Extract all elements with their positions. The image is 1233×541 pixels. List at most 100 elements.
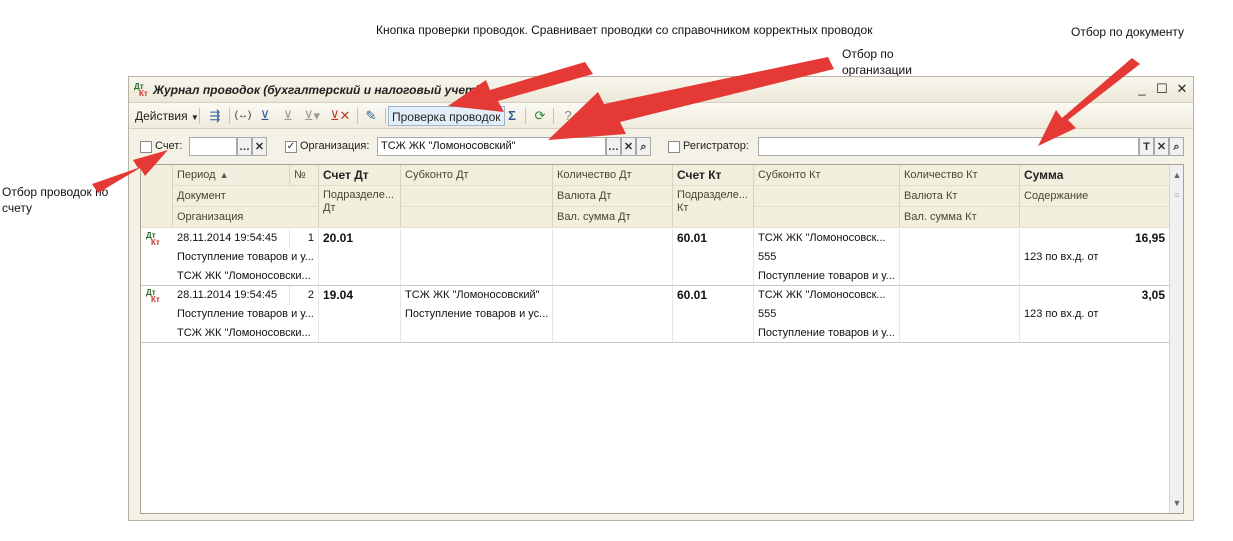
close-icon[interactable]: ✕ xyxy=(1175,82,1189,96)
export-icon[interactable]: ⇶ xyxy=(205,106,225,126)
col-subconto-kt[interactable]: Субконто Кт xyxy=(754,165,900,186)
col-period[interactable]: Период ▲ xyxy=(173,165,290,186)
cell-acct-dt: 20.01 xyxy=(319,229,401,248)
registrar-filter-input[interactable] xyxy=(758,137,1139,156)
actions-label: Действия xyxy=(135,109,188,123)
cell-subconto-kt-2: 555 xyxy=(754,305,900,324)
clear-icon[interactable]: ✕ xyxy=(621,137,636,156)
col-curr-kt[interactable]: Валюта Кт xyxy=(900,186,1020,207)
sort-icon: ▲ xyxy=(219,170,229,180)
cell-curr-sum-dt xyxy=(553,324,673,343)
org-filter-input[interactable]: ТСЖ ЖК "Ломоносовский" xyxy=(377,137,606,156)
cell-sum: 16,95 xyxy=(1020,229,1170,248)
col-division-kt[interactable]: Подразделе... Кт xyxy=(673,186,754,228)
col-organization[interactable]: Организация xyxy=(173,207,319,228)
col-content[interactable]: Содержание xyxy=(1020,186,1170,207)
clear-filter-icon[interactable]: ⊻✕ xyxy=(330,106,350,126)
entries-table: Период ▲ № Счет Дт Субконто Дт Количество… xyxy=(140,164,1184,514)
check-entries-button[interactable]: Проверка проводок xyxy=(388,106,505,126)
title-bar: Дт Кт Журнал проводок (бухгалтерский и на… xyxy=(129,77,1193,103)
registrar-filter-checkbox[interactable] xyxy=(668,141,680,153)
row-divider xyxy=(141,342,1171,343)
cell-subconto-kt: ТСЖ ЖК "Ломоносовск... xyxy=(754,229,900,248)
toolbar-separator xyxy=(199,108,200,124)
filter-bar: Счет: … ✕ ✓ Организация: ТСЖ ЖК "Ломонос… xyxy=(129,129,1193,163)
dt-kt-icon: Дт Кт xyxy=(146,288,160,304)
scroll-up-icon[interactable]: ▲ xyxy=(1170,167,1183,183)
vertical-scrollbar[interactable]: ▲ ≡ ▼ xyxy=(1169,165,1183,513)
cell-subconto-dt-3 xyxy=(401,324,553,343)
scroll-down-icon[interactable]: ▼ xyxy=(1170,495,1183,511)
col-subconto-kt-3[interactable] xyxy=(754,207,900,228)
cell-subconto-dt: ТСЖ ЖК "Ломоносовский" xyxy=(401,286,553,305)
cell-document: Поступление товаров и у... xyxy=(173,305,319,324)
window-title: Журнал проводок (бухгалтерский и налогов… xyxy=(153,83,480,97)
toolbar-separator xyxy=(229,108,230,124)
cell-subconto-kt-2: 555 xyxy=(754,248,900,267)
edit-icon[interactable]: ✎ xyxy=(361,106,381,126)
filter-history-icon[interactable]: ⊻▾ xyxy=(302,106,322,126)
col-content-3[interactable] xyxy=(1020,207,1170,228)
cell-organization: ТСЖ ЖК "Ломоносовски... xyxy=(173,267,319,286)
open-icon[interactable]: ⌕ xyxy=(1169,137,1184,156)
cell-division-kt xyxy=(673,248,754,267)
clear-icon[interactable]: ✕ xyxy=(252,137,267,156)
refresh-icon[interactable]: ⟳ xyxy=(530,106,550,126)
open-icon[interactable]: ⌕ xyxy=(636,137,651,156)
col-num[interactable]: № xyxy=(290,165,319,186)
filter-by-value-icon[interactable]: ⊻ xyxy=(278,106,298,126)
cell-content: 123 по вх.д. от xyxy=(1020,248,1170,267)
col-acct-dt[interactable]: Счет Дт xyxy=(319,165,401,186)
filter-icon[interactable]: ⊻ xyxy=(255,106,275,126)
dt-kt-icon: Дт Кт xyxy=(134,82,148,98)
account-filter-checkbox[interactable] xyxy=(140,141,152,153)
col-curr-dt[interactable]: Валюта Дт xyxy=(553,186,673,207)
cell-qty-kt xyxy=(900,286,1020,305)
type-icon[interactable]: T xyxy=(1139,137,1154,156)
cell-empty xyxy=(1020,267,1170,286)
minimize-icon[interactable]: _ xyxy=(1135,82,1149,96)
toolbar-separator xyxy=(385,108,386,124)
cell-num: 1 xyxy=(290,229,319,248)
cell-curr-kt xyxy=(900,305,1020,324)
cell-subconto-dt-3 xyxy=(401,267,553,286)
col-qty-dt[interactable]: Количество Дт xyxy=(553,165,673,186)
maximize-icon[interactable]: ☐ xyxy=(1155,82,1169,96)
clear-icon[interactable]: ✕ xyxy=(1154,137,1169,156)
cell-division-dt xyxy=(319,305,401,324)
col-period-label: Период xyxy=(177,169,216,181)
col-subconto-kt-2[interactable] xyxy=(754,186,900,207)
col-qty-kt[interactable]: Количество Кт xyxy=(900,165,1020,186)
org-filter-checkbox[interactable]: ✓ xyxy=(285,141,297,153)
select-icon[interactable]: … xyxy=(606,137,621,156)
dropdown-arrow-icon: ▼ xyxy=(190,113,199,122)
col-document[interactable]: Документ xyxy=(173,186,319,207)
cell-empty xyxy=(319,324,401,343)
select-icon[interactable]: … xyxy=(237,137,252,156)
sum-icon[interactable]: Σ xyxy=(502,106,522,126)
col-subconto-dt[interactable]: Субконто Дт xyxy=(401,165,553,186)
col-subconto-dt-3[interactable] xyxy=(401,207,553,228)
org-filter-label: Организация: xyxy=(300,140,370,152)
col-acct-kt[interactable]: Счет Кт xyxy=(673,165,754,186)
cell-empty xyxy=(673,324,754,343)
toolbar-separator xyxy=(553,108,554,124)
cell-curr-sum-kt xyxy=(900,324,1020,343)
col-subconto-dt-2[interactable] xyxy=(401,186,553,207)
cell-period: 28.11.2014 19:54:45 xyxy=(173,229,290,248)
account-filter-input[interactable] xyxy=(189,137,237,156)
cell-acct-kt: 60.01 xyxy=(673,229,754,248)
actions-menu[interactable]: Действия ▼ xyxy=(135,106,199,126)
cell-acct-dt: 19.04 xyxy=(319,286,401,305)
cell-acct-kt: 60.01 xyxy=(673,286,754,305)
col-curr-sum-kt[interactable]: Вал. сумма Кт xyxy=(900,207,1020,228)
account-filter-label: Счет: xyxy=(155,140,183,152)
help-icon[interactable]: ? xyxy=(558,106,578,126)
col-sum[interactable]: Сумма xyxy=(1020,165,1170,186)
scroll-thumb[interactable]: ≡ xyxy=(1170,187,1183,203)
cell-curr-kt xyxy=(900,248,1020,267)
query-icon[interactable]: (↔) xyxy=(233,106,253,126)
col-curr-sum-dt[interactable]: Вал. сумма Дт xyxy=(553,207,673,228)
cell-division-kt xyxy=(673,305,754,324)
col-division-dt[interactable]: Подразделе... Дт xyxy=(319,186,401,228)
